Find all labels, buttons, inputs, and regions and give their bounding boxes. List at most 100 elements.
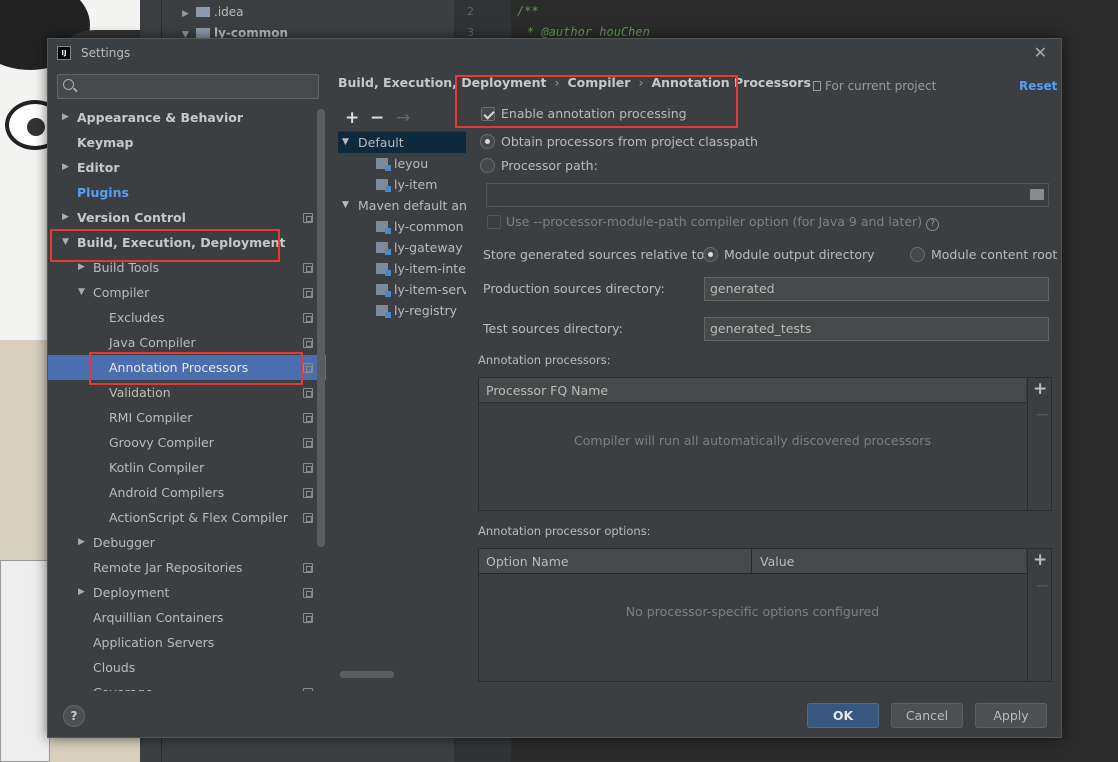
nav-item[interactable]: Validation	[48, 380, 326, 405]
nav-item[interactable]: Application Servers	[48, 630, 326, 655]
nav-item[interactable]: Arquillian Containers	[48, 605, 326, 630]
nav-item[interactable]: ▶ Debugger	[48, 530, 326, 555]
profile-tree-row[interactable]: ly-gateway	[338, 237, 466, 258]
nav-item[interactable]: Kotlin Compiler	[48, 455, 326, 480]
profile-tree-row[interactable]: ▼ Default	[338, 132, 466, 153]
apply-button[interactable]: Apply	[975, 703, 1047, 728]
profiles-hscrollbar[interactable]	[340, 671, 394, 678]
processor-path-label[interactable]: Processor path:	[501, 158, 598, 173]
profile-tree-row[interactable]: ly-item-interface	[338, 258, 466, 279]
add-option-button[interactable]: +	[1033, 549, 1047, 571]
add-profile-button[interactable]: +	[345, 107, 359, 129]
help-button[interactable]: ?	[63, 705, 85, 727]
nav-item[interactable]: ActionScript & Flex Compiler	[48, 505, 326, 530]
help-icon[interactable]: ?	[926, 218, 940, 231]
project-settings-icon	[303, 288, 313, 298]
line-number: 2	[467, 5, 474, 18]
nav-item[interactable]: RMI Compiler	[48, 405, 326, 430]
chevron-right-icon[interactable]: ▶	[78, 580, 85, 605]
module-output-directory-label[interactable]: Module output directory	[724, 247, 875, 262]
remove-option-button[interactable]: −	[1035, 575, 1049, 597]
reset-link[interactable]: Reset	[1019, 79, 1057, 93]
column-header-value[interactable]: Value	[753, 549, 1026, 574]
project-settings-icon	[303, 338, 313, 348]
test-sources-input[interactable]: generated_tests	[704, 317, 1049, 341]
folder-icon	[196, 28, 210, 38]
project-settings-icon	[303, 588, 313, 598]
nav-item[interactable]: Plugins	[48, 180, 326, 205]
project-settings-icon	[303, 263, 313, 273]
processor-module-path-text: Use --processor-module-path compiler opt…	[506, 214, 923, 229]
processor-module-path-checkbox[interactable]	[487, 215, 501, 229]
nav-item[interactable]: Annotation Processors	[48, 355, 326, 380]
nav-item-label: Excludes	[109, 310, 165, 325]
nav-item-label: Android Compilers	[109, 485, 225, 500]
folder-browse-icon[interactable]	[1030, 189, 1044, 200]
nav-item[interactable]: ▼ Build, Execution, Deployment	[48, 230, 326, 255]
nav-item[interactable]: Remote Jar Repositories	[48, 555, 326, 580]
chevron-down-icon[interactable]: ▼	[342, 195, 349, 216]
profile-tree-row[interactable]: ly-item	[338, 174, 466, 195]
annotation-processors-section-label: Annotation processors:	[478, 353, 611, 367]
profile-tree-row[interactable]: leyou	[338, 153, 466, 174]
module-output-directory-radio[interactable]	[703, 247, 718, 262]
remove-profile-button[interactable]: −	[370, 107, 384, 129]
processors-table[interactable]: Processor FQ Name Compiler will run all …	[478, 377, 1052, 511]
chevron-right-icon[interactable]: ▶	[78, 530, 85, 555]
enable-annotation-processing-checkbox[interactable]	[481, 107, 495, 121]
module-content-root-label[interactable]: Module content root	[931, 247, 1057, 262]
chevron-down-icon[interactable]: ▼	[78, 280, 85, 305]
nav-item[interactable]: Keymap	[48, 130, 326, 155]
ok-button[interactable]: OK	[807, 703, 879, 728]
cancel-button[interactable]: Cancel	[891, 703, 963, 728]
chevron-right-icon[interactable]: ▶	[62, 155, 69, 180]
nav-item[interactable]: Android Compilers	[48, 480, 326, 505]
chevron-down-icon[interactable]: ▼	[342, 132, 349, 153]
obtain-from-classpath-label[interactable]: Obtain processors from project classpath	[501, 134, 758, 149]
nav-item[interactable]: Java Compiler	[48, 330, 326, 355]
production-sources-input[interactable]: generated	[704, 277, 1049, 301]
chevron-right-icon[interactable]: ▶	[62, 105, 69, 130]
nav-item[interactable]: Groovy Compiler	[48, 430, 326, 455]
nav-item[interactable]: Excludes	[48, 305, 326, 330]
processor-path-field[interactable]	[486, 183, 1049, 207]
remove-processor-button[interactable]: −	[1035, 404, 1049, 426]
nav-item-label: Validation	[109, 385, 171, 400]
test-sources-label: Test sources directory:	[483, 321, 623, 336]
nav-item-label: Annotation Processors	[109, 360, 249, 375]
nav-item[interactable]: ▶ Version Control	[48, 205, 326, 230]
processor-module-path-label: Use --processor-module-path compiler opt…	[506, 214, 940, 231]
project-tree-row[interactable]: ▶ .idea	[182, 3, 244, 21]
project-settings-icon	[303, 363, 313, 373]
nav-item[interactable]: Coverage	[48, 680, 326, 691]
enable-annotation-processing-label[interactable]: Enable annotation processing	[501, 106, 687, 121]
chevron-right-icon[interactable]: ▶	[78, 255, 85, 280]
nav-item[interactable]: ▶ Deployment	[48, 580, 326, 605]
column-header-option-name[interactable]: Option Name	[479, 549, 752, 574]
profile-tree-row[interactable]: ly-common	[338, 216, 466, 237]
chevron-down-icon[interactable]: ▼	[62, 230, 69, 255]
nav-scrollbar[interactable]	[317, 109, 325, 547]
column-header-fq-name[interactable]: Processor FQ Name	[479, 378, 1026, 403]
chevron-right-icon[interactable]: ▶	[62, 205, 69, 230]
profile-tree-row[interactable]: ly-registry	[338, 300, 466, 321]
nav-item[interactable]: Clouds	[48, 655, 326, 680]
folder-icon	[196, 7, 210, 17]
nav-item[interactable]: ▶ Build Tools	[48, 255, 326, 280]
module-content-root-radio[interactable]	[910, 247, 925, 262]
profile-tree-row[interactable]: ▼ Maven default annotation processors pro…	[338, 195, 466, 216]
nav-item[interactable]: ▶ Appearance & Behavior	[48, 105, 326, 130]
settings-search-input[interactable]	[57, 74, 319, 99]
nav-item[interactable]: ▼ Compiler	[48, 280, 326, 305]
close-icon[interactable]: ✕	[1034, 43, 1047, 62]
profile-tree-row[interactable]: ly-item-service	[338, 279, 466, 300]
move-to-profile-button[interactable]: →	[396, 107, 410, 129]
options-side-toolbar: + −	[1027, 549, 1051, 681]
nav-item-label: Clouds	[93, 660, 136, 675]
nav-item-label: RMI Compiler	[109, 410, 193, 425]
add-processor-button[interactable]: +	[1033, 378, 1047, 400]
processor-path-radio[interactable]	[480, 158, 495, 173]
obtain-from-classpath-radio[interactable]	[480, 134, 495, 149]
options-table[interactable]: Option Name Value No processor-specific …	[478, 548, 1052, 682]
nav-item[interactable]: ▶ Editor	[48, 155, 326, 180]
